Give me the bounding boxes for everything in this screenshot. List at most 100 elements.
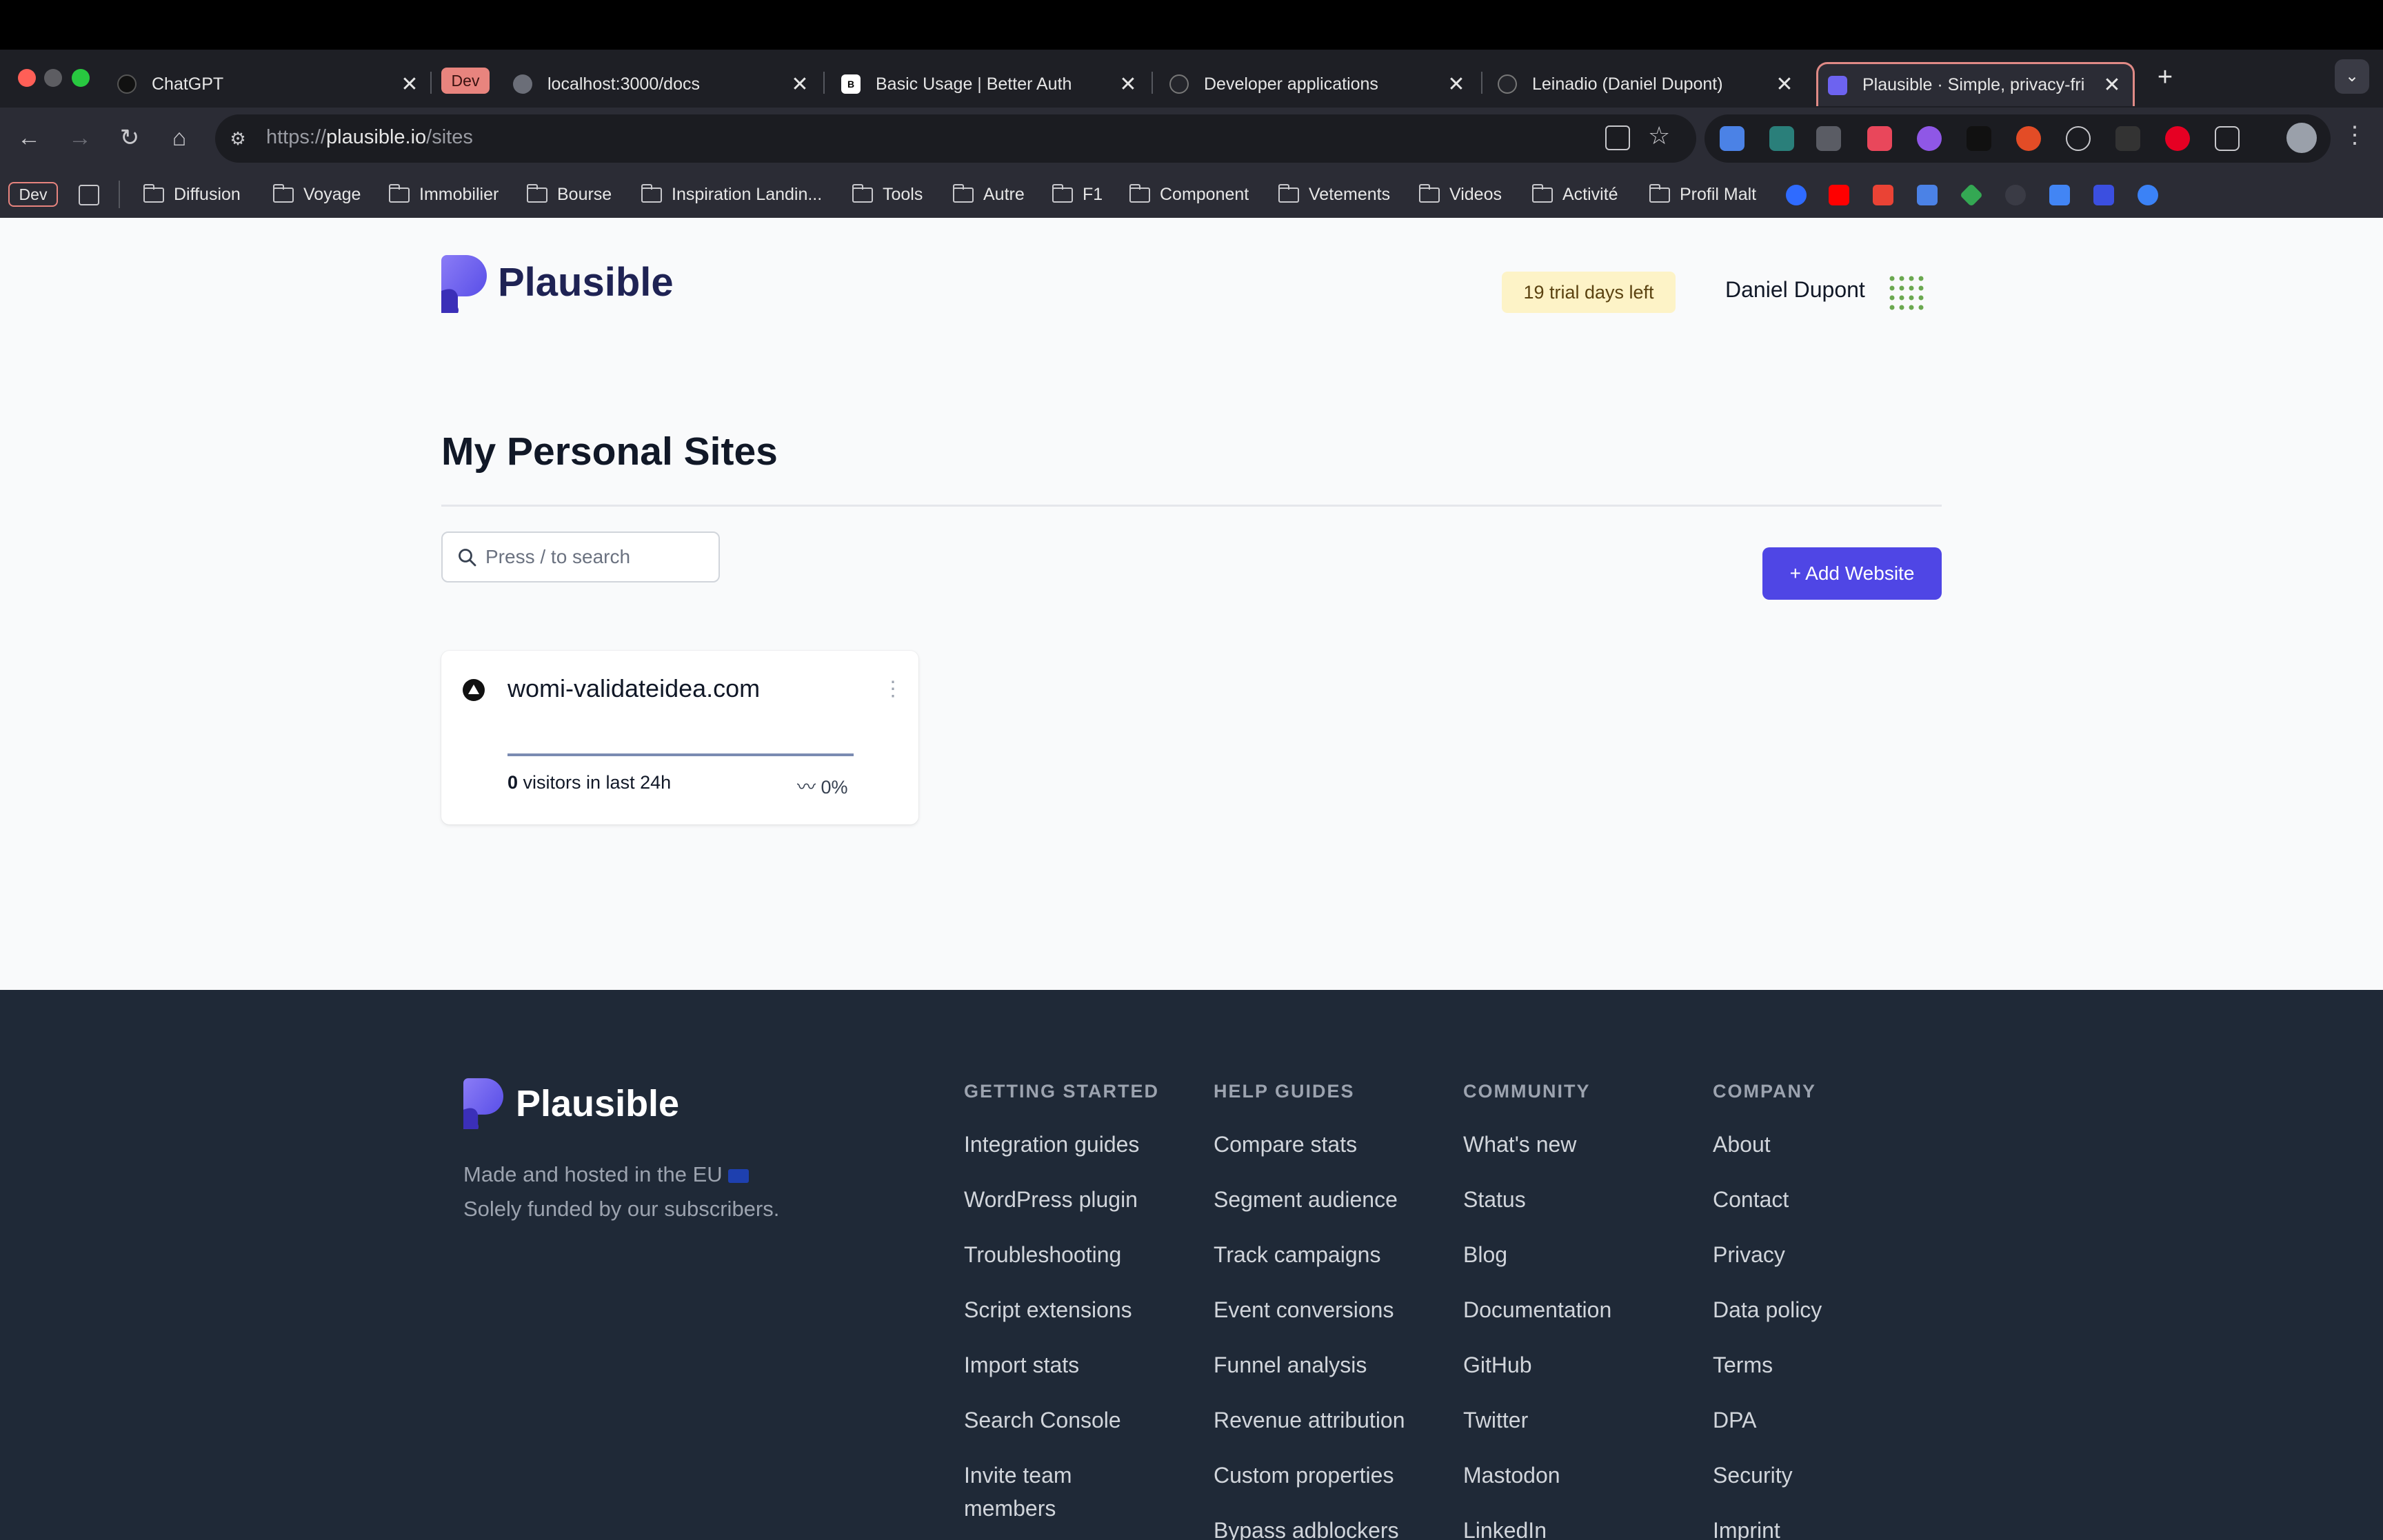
footer-link[interactable]: Script extensions — [964, 1293, 1171, 1326]
close-tab-icon[interactable]: ✕ — [1445, 72, 1467, 97]
tab-search-chevron-icon[interactable]: ⌄ — [2335, 59, 2369, 94]
close-tab-icon[interactable]: ✕ — [789, 72, 811, 97]
plausible-logo-text[interactable]: Plausible — [498, 259, 674, 305]
pinterest-extension-icon[interactable] — [2165, 126, 2190, 151]
messenger-bookmark-icon[interactable] — [1786, 185, 1807, 205]
footer-link[interactable]: Funnel analysis — [1214, 1348, 1420, 1381]
bookmark-folder[interactable]: Component — [1129, 183, 1249, 205]
footer-link[interactable]: Custom properties — [1214, 1459, 1420, 1492]
add-website-button[interactable]: + Add Website — [1762, 547, 1942, 600]
react-devtools-icon[interactable] — [2066, 126, 2091, 151]
grid-dots-icon[interactable] — [1888, 274, 1924, 310]
footer-link[interactable]: Mastodon — [1463, 1459, 1670, 1492]
footer-link[interactable]: Data policy — [1713, 1293, 1920, 1326]
tab-leinadio[interactable]: Leinadio (Daniel Dupont) ✕ — [1498, 62, 1796, 106]
footer-link[interactable]: Compare stats — [1214, 1128, 1420, 1161]
footer-link[interactable]: GitHub — [1463, 1348, 1670, 1381]
forward-arrow-icon[interactable]: → — [65, 123, 95, 153]
search-input[interactable] — [485, 533, 713, 581]
footer-link[interactable]: Troubleshooting — [964, 1238, 1171, 1271]
tab-plausible-active[interactable]: Plausible · Simple, privacy-fri ✕ — [1816, 62, 2135, 106]
extension-icon[interactable] — [2016, 126, 2041, 151]
footer-link[interactable]: Import stats — [964, 1348, 1171, 1381]
translate-extension-icon[interactable] — [1720, 126, 1744, 151]
window-zoom-button[interactable] — [72, 69, 90, 87]
more-vertical-icon[interactable]: ⋮ — [2343, 121, 2366, 149]
footer-link[interactable]: Documentation — [1463, 1293, 1670, 1326]
bookmark-folder[interactable]: Profil Malt — [1649, 183, 1756, 205]
bookmark-folder[interactable]: Inspiration Landin... — [641, 183, 822, 205]
bookmark-folder[interactable]: Voyage — [272, 183, 361, 205]
footer-link[interactable]: Imprint — [1713, 1514, 1920, 1540]
user-name[interactable]: Daniel Dupont — [1725, 277, 1865, 303]
footer-link[interactable]: Blog — [1463, 1238, 1670, 1271]
translate-icon[interactable] — [1605, 125, 1630, 150]
close-tab-icon[interactable]: ✕ — [399, 72, 421, 97]
site-search[interactable] — [441, 531, 720, 582]
trial-badge[interactable]: 19 trial days left — [1502, 272, 1676, 313]
footer-link[interactable]: WordPress plugin — [964, 1183, 1171, 1216]
footer-link[interactable]: Invite team members — [964, 1459, 1116, 1525]
footer-link[interactable]: Privacy — [1713, 1238, 1920, 1271]
gmail-bookmark-icon[interactable] — [1873, 185, 1893, 205]
tab-chatgpt[interactable]: ChatGPT ✕ — [117, 62, 421, 106]
footer-link[interactable]: What's new — [1463, 1128, 1670, 1161]
profile-avatar[interactable] — [2286, 123, 2317, 153]
tab-developer-applications[interactable]: Developer applications ✕ — [1169, 62, 1467, 106]
extensions-puzzle-icon[interactable] — [2215, 126, 2240, 151]
footer-link[interactable]: DPA — [1713, 1404, 1920, 1437]
bookmark-folder[interactable]: Autre — [952, 183, 1025, 205]
url-text[interactable]: https://plausible.io/sites — [266, 126, 473, 149]
footer-link[interactable]: Integration guides — [964, 1128, 1171, 1161]
footer-link[interactable]: Status — [1463, 1183, 1670, 1216]
new-tab-button[interactable]: + — [2150, 62, 2180, 92]
command-extension-icon[interactable] — [1967, 126, 1991, 151]
footer-logo-text[interactable]: Plausible — [516, 1082, 679, 1125]
footer-link[interactable]: Twitter — [1463, 1404, 1670, 1437]
footer-link[interactable]: Security — [1713, 1459, 1920, 1492]
footer-link[interactable]: Event conversions — [1214, 1293, 1420, 1326]
bookmark-folder[interactable]: Activité — [1531, 183, 1618, 205]
plausible-logo[interactable] — [441, 255, 487, 316]
footer-link[interactable]: LinkedIn — [1463, 1514, 1670, 1540]
bookmark-icon[interactable] — [2138, 185, 2158, 205]
bookmark-icon[interactable] — [2093, 185, 2114, 205]
tab-group-dev[interactable]: Dev — [441, 68, 490, 94]
calendar-bookmark-icon[interactable] — [2049, 185, 2070, 205]
extension-icon[interactable] — [1769, 126, 1794, 151]
site-domain[interactable]: womi-validateidea.com — [507, 674, 760, 703]
youtube-bookmark-icon[interactable] — [1829, 185, 1849, 205]
footer-link[interactable]: About — [1713, 1128, 1920, 1161]
mail-extension-icon[interactable] — [1816, 126, 1841, 151]
bookmark-folder[interactable]: Vetements — [1278, 183, 1390, 205]
footer-link[interactable]: Contact — [1713, 1183, 1920, 1216]
footer-link[interactable]: Terms — [1713, 1348, 1920, 1381]
footer-link[interactable]: Track campaigns — [1214, 1238, 1420, 1271]
pocket-extension-icon[interactable] — [1867, 126, 1892, 151]
apps-grid-icon[interactable] — [79, 185, 99, 205]
close-tab-icon[interactable]: ✕ — [1117, 72, 1139, 97]
home-icon[interactable]: ⌂ — [164, 123, 194, 153]
bookmark-group-dev[interactable]: Dev — [8, 182, 58, 207]
tab-better-auth[interactable]: B Basic Usage | Better Auth ✕ — [841, 62, 1139, 106]
tab-localhost-docs[interactable]: localhost:3000/docs ✕ — [513, 62, 811, 106]
extension-icon[interactable] — [2115, 126, 2140, 151]
bookmark-folder[interactable]: F1 — [1052, 183, 1103, 205]
translate-bookmark-icon[interactable] — [1917, 185, 1938, 205]
close-tab-icon[interactable]: ✕ — [2101, 73, 2123, 97]
bookmark-folder[interactable]: Bourse — [526, 183, 612, 205]
footer-link[interactable]: Revenue attribution — [1214, 1404, 1420, 1437]
bookmark-folder[interactable]: Videos — [1418, 183, 1502, 205]
window-close-button[interactable] — [18, 69, 36, 87]
footer-link[interactable]: Segment audience — [1214, 1183, 1420, 1216]
footer-link[interactable]: Bypass adblockers — [1214, 1514, 1420, 1540]
footer-logo[interactable] — [463, 1078, 503, 1133]
bookmark-folder[interactable]: Diffusion — [143, 183, 241, 205]
bookmark-folder[interactable]: Tools — [852, 183, 923, 205]
footer-link[interactable]: Search Console — [964, 1404, 1171, 1437]
github-bookmark-icon[interactable] — [2005, 185, 2026, 205]
bookmark-folder[interactable]: Immobilier — [388, 183, 499, 205]
close-tab-icon[interactable]: ✕ — [1773, 72, 1796, 97]
bookmark-star-icon[interactable]: ☆ — [1648, 121, 1670, 150]
back-arrow-icon[interactable]: ← — [14, 123, 44, 153]
